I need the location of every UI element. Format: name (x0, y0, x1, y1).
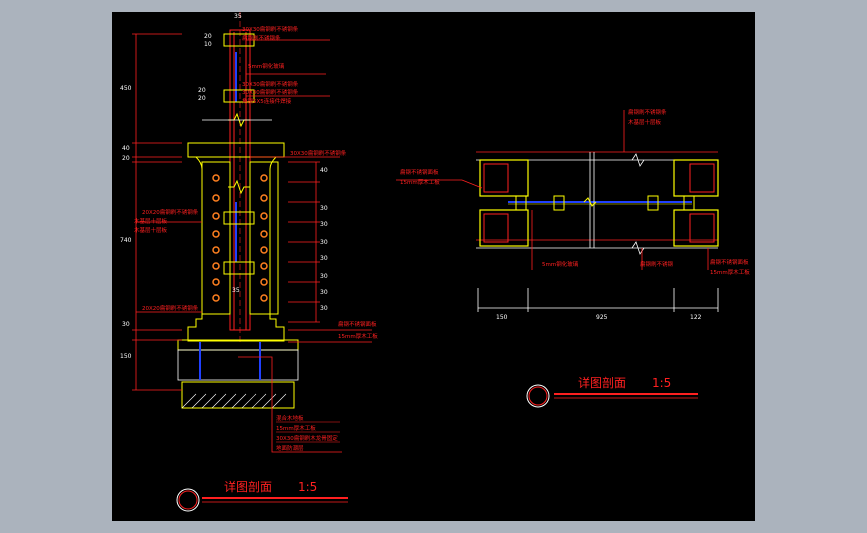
dim-r6: 30 (320, 289, 328, 296)
capital (187, 142, 285, 158)
label-r6: 扁钢刷不锈钢 (640, 260, 674, 268)
label-l2: 扁钢刷不锈钢条 (242, 34, 281, 42)
dim-r1: 30 (320, 205, 328, 212)
dim-40: 40 (122, 145, 130, 152)
label-l4: 30X30扁钢刷不锈钢条 (242, 80, 299, 88)
label-l11: 20X20扁钢刷不锈钢条 (142, 304, 199, 312)
dim-450: 450 (120, 85, 132, 92)
plan-dim-2: 122 (690, 314, 702, 321)
label-l17: 地面防潮层 (276, 444, 304, 452)
plan-dim-1: 925 (596, 314, 608, 321)
dim-20: 20 (122, 155, 130, 162)
label-l10: 木基层十层板 (134, 226, 168, 234)
plan-dim-0: 150 (496, 314, 508, 321)
dim-s4: 35 (232, 287, 240, 294)
label-l8: 20X20扁钢刷不锈钢条 (142, 208, 199, 216)
label-l13: 15mm厚木工板 (338, 332, 378, 340)
dim-r7: 30 (320, 305, 328, 312)
label-r1: 扁钢刷不锈钢条 (628, 108, 667, 116)
label-l15: 15mm厚木工板 (276, 424, 316, 432)
plan-dimension-chain (477, 288, 719, 312)
label-r2: 木基层十层板 (628, 118, 662, 126)
right-scale: 1:5 (652, 376, 671, 390)
label-r8: 15mm厚木工板 (710, 268, 750, 276)
dim-30: 30 (122, 321, 130, 328)
right-title: 详图剖面 (578, 375, 626, 390)
label-l7: 30X30扁钢刷不锈钢条 (290, 149, 347, 157)
right-detail: 150 925 122 扁钢刷不锈钢条 木基层十层板 扁钢不锈钢面板 15mm厚… (396, 108, 750, 408)
label-r4: 15mm厚木工板 (400, 178, 440, 186)
label-l14: 混合木地板 (276, 414, 304, 422)
dim-r2: 30 (320, 221, 328, 228)
dim-r4: 30 (320, 255, 328, 262)
cad-drawing: 35 450 40 20 740 30 150 40 30 30 30 30 3… (120, 12, 750, 512)
dim-r3: 30 (320, 239, 328, 246)
label-l1: 30X30扁钢刷不锈钢条 (242, 25, 299, 33)
label-l6: 角钢5X5连接件焊接 (242, 97, 292, 105)
label-l3: 5mm钢化玻璃 (248, 62, 285, 70)
label-l9: 木基层十层板 (134, 217, 168, 225)
left-annotations: 30X30扁钢刷不锈钢条 扁钢刷不锈钢条 5mm钢化玻璃 30X30扁钢刷不锈钢… (134, 25, 378, 452)
label-l16: 30X30扁钢刷木龙骨固定 (276, 434, 338, 442)
left-title: 详图剖面 (224, 479, 272, 494)
title-bubble-left (176, 488, 200, 512)
dim-s0: 20 (204, 33, 212, 40)
label-l5: 30X30扁钢刷不锈钢条 (242, 88, 299, 96)
label-r7: 扁钢不锈钢面板 (710, 258, 749, 266)
left-scale: 1:5 (298, 480, 317, 494)
dim-s1: 10 (204, 41, 212, 48)
dim-150: 150 (120, 353, 132, 360)
dim-s3: 20 (198, 95, 206, 102)
label-l12: 扁钢不锈钢面板 (338, 320, 377, 328)
cad-drawing-canvas: 35 450 40 20 740 30 150 40 30 30 30 30 3… (112, 12, 755, 521)
label-r5: 5mm钢化玻璃 (542, 260, 579, 268)
dim-740: 740 (120, 237, 132, 244)
dim-top: 35 (234, 13, 242, 20)
dim-r5: 30 (320, 273, 328, 280)
label-r3: 扁钢不锈钢面板 (400, 168, 439, 176)
dim-r0: 40 (320, 167, 328, 174)
left-detail: 35 450 40 20 740 30 150 40 30 30 30 30 3… (120, 12, 378, 512)
title-bubble-right (526, 384, 550, 408)
dim-s2: 20 (198, 87, 206, 94)
